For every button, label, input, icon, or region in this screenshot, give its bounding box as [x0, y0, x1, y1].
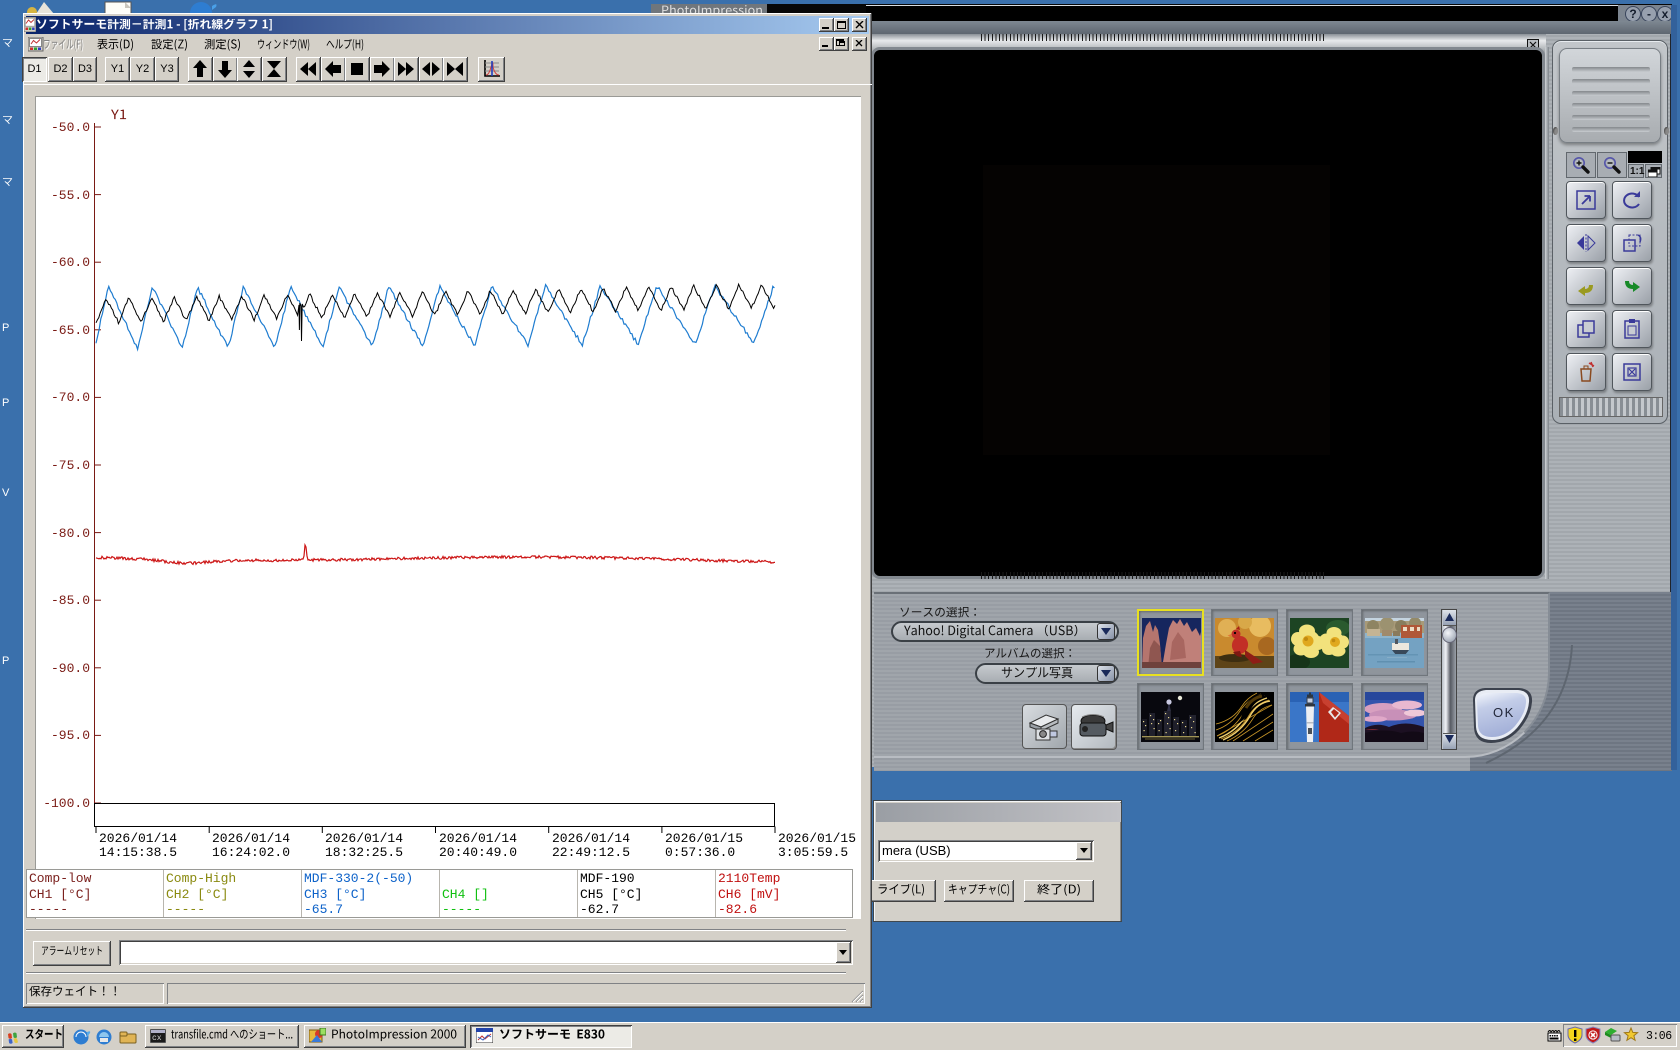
svg-text:cx: cx [152, 1034, 162, 1043]
svg-text:OK: OK [1493, 705, 1515, 720]
